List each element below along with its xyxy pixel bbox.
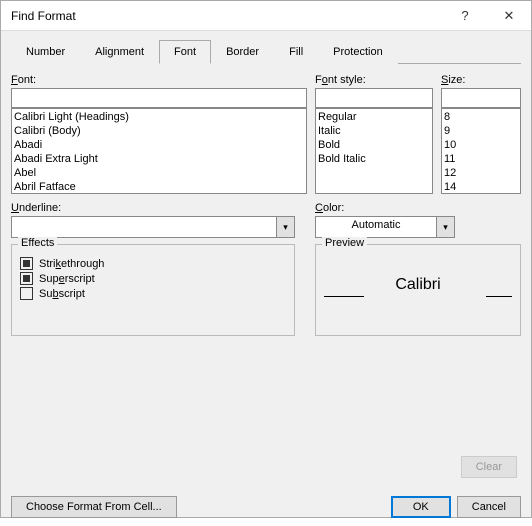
list-item[interactable]: Calibri Light (Headings) bbox=[14, 110, 304, 124]
titlebar: Find Format ? ✕ bbox=[1, 1, 531, 31]
cancel-button[interactable]: Cancel bbox=[457, 496, 521, 518]
list-item[interactable]: Abril Fatface bbox=[14, 180, 304, 194]
tab-fill[interactable]: Fill bbox=[274, 40, 318, 64]
font-label: Font: bbox=[11, 74, 307, 86]
choose-format-button[interactable]: Choose Format From Cell... bbox=[11, 496, 177, 518]
underline-label: Underline: bbox=[11, 202, 295, 214]
subscript-label: Subscript bbox=[39, 288, 85, 300]
strikethrough-checkbox[interactable]: Strikethrough bbox=[20, 257, 286, 270]
list-item[interactable]: 11 bbox=[444, 152, 518, 166]
subscript-checkbox[interactable]: Subscript bbox=[20, 287, 286, 300]
fontstyle-label: Font style: bbox=[315, 74, 433, 86]
find-format-dialog: Find Format ? ✕ Number Alignment Font Bo… bbox=[0, 0, 532, 518]
size-label: Size: bbox=[441, 74, 521, 86]
list-item[interactable]: 12 bbox=[444, 166, 518, 180]
tab-strip: Number Alignment Font Border Fill Protec… bbox=[11, 39, 521, 64]
superscript-label: Superscript bbox=[39, 273, 95, 285]
underline-value bbox=[12, 217, 276, 237]
tab-border[interactable]: Border bbox=[211, 40, 274, 64]
font-input[interactable] bbox=[11, 88, 307, 108]
preview-text: Calibri bbox=[395, 276, 440, 294]
preview-label: Preview bbox=[322, 237, 367, 249]
list-item[interactable]: Bold bbox=[318, 138, 430, 152]
preview-line bbox=[324, 296, 364, 297]
close-button[interactable]: ✕ bbox=[487, 1, 531, 31]
list-item[interactable]: Abadi bbox=[14, 138, 304, 152]
superscript-checkbox[interactable]: Superscript bbox=[20, 272, 286, 285]
fontstyle-list[interactable]: Regular Italic Bold Bold Italic bbox=[315, 108, 433, 194]
list-item[interactable]: 9 bbox=[444, 124, 518, 138]
effects-group: Effects Strikethrough Superscript Subscr… bbox=[11, 244, 295, 336]
list-item[interactable]: Calibri (Body) bbox=[14, 124, 304, 138]
tab-font[interactable]: Font bbox=[159, 40, 211, 64]
fontstyle-input[interactable] bbox=[315, 88, 433, 108]
size-input[interactable] bbox=[441, 88, 521, 108]
color-label: Color: bbox=[315, 202, 521, 214]
ok-button[interactable]: OK bbox=[391, 496, 451, 518]
chevron-down-icon[interactable]: ▾ bbox=[276, 217, 294, 237]
list-item[interactable]: Bold Italic bbox=[318, 152, 430, 166]
effects-label: Effects bbox=[18, 237, 57, 249]
strikethrough-label: Strikethrough bbox=[39, 258, 104, 270]
underline-combo[interactable]: ▾ bbox=[11, 216, 295, 238]
list-item[interactable]: Abel bbox=[14, 166, 304, 180]
content: Number Alignment Font Border Fill Protec… bbox=[1, 31, 531, 488]
button-row: Choose Format From Cell... OK Cancel bbox=[1, 488, 531, 526]
checkbox-icon bbox=[20, 287, 33, 300]
list-item[interactable]: 14 bbox=[444, 180, 518, 194]
list-item[interactable]: 8 bbox=[444, 110, 518, 124]
color-combo[interactable]: Automatic ▾ bbox=[315, 216, 455, 238]
color-value: Automatic bbox=[316, 217, 436, 237]
list-item[interactable]: Abadi Extra Light bbox=[14, 152, 304, 166]
checkbox-icon bbox=[20, 272, 33, 285]
tab-alignment[interactable]: Alignment bbox=[80, 40, 159, 64]
window-title: Find Format bbox=[11, 9, 443, 23]
preview-line bbox=[486, 296, 512, 297]
checkbox-icon bbox=[20, 257, 33, 270]
list-item[interactable]: Regular bbox=[318, 110, 430, 124]
clear-button[interactable]: Clear bbox=[461, 456, 517, 478]
tab-number[interactable]: Number bbox=[11, 40, 80, 64]
preview-group: Preview Calibri bbox=[315, 244, 521, 336]
help-button[interactable]: ? bbox=[443, 1, 487, 31]
tab-protection[interactable]: Protection bbox=[318, 40, 398, 64]
font-list[interactable]: Calibri Light (Headings) Calibri (Body) … bbox=[11, 108, 307, 194]
preview-box: Calibri bbox=[324, 255, 512, 315]
font-panel: Font: Calibri Light (Headings) Calibri (… bbox=[11, 64, 521, 478]
chevron-down-icon[interactable]: ▾ bbox=[436, 217, 454, 237]
list-item[interactable]: Italic bbox=[318, 124, 430, 138]
list-item[interactable]: 10 bbox=[444, 138, 518, 152]
size-list[interactable]: 8 9 10 11 12 14 bbox=[441, 108, 521, 194]
